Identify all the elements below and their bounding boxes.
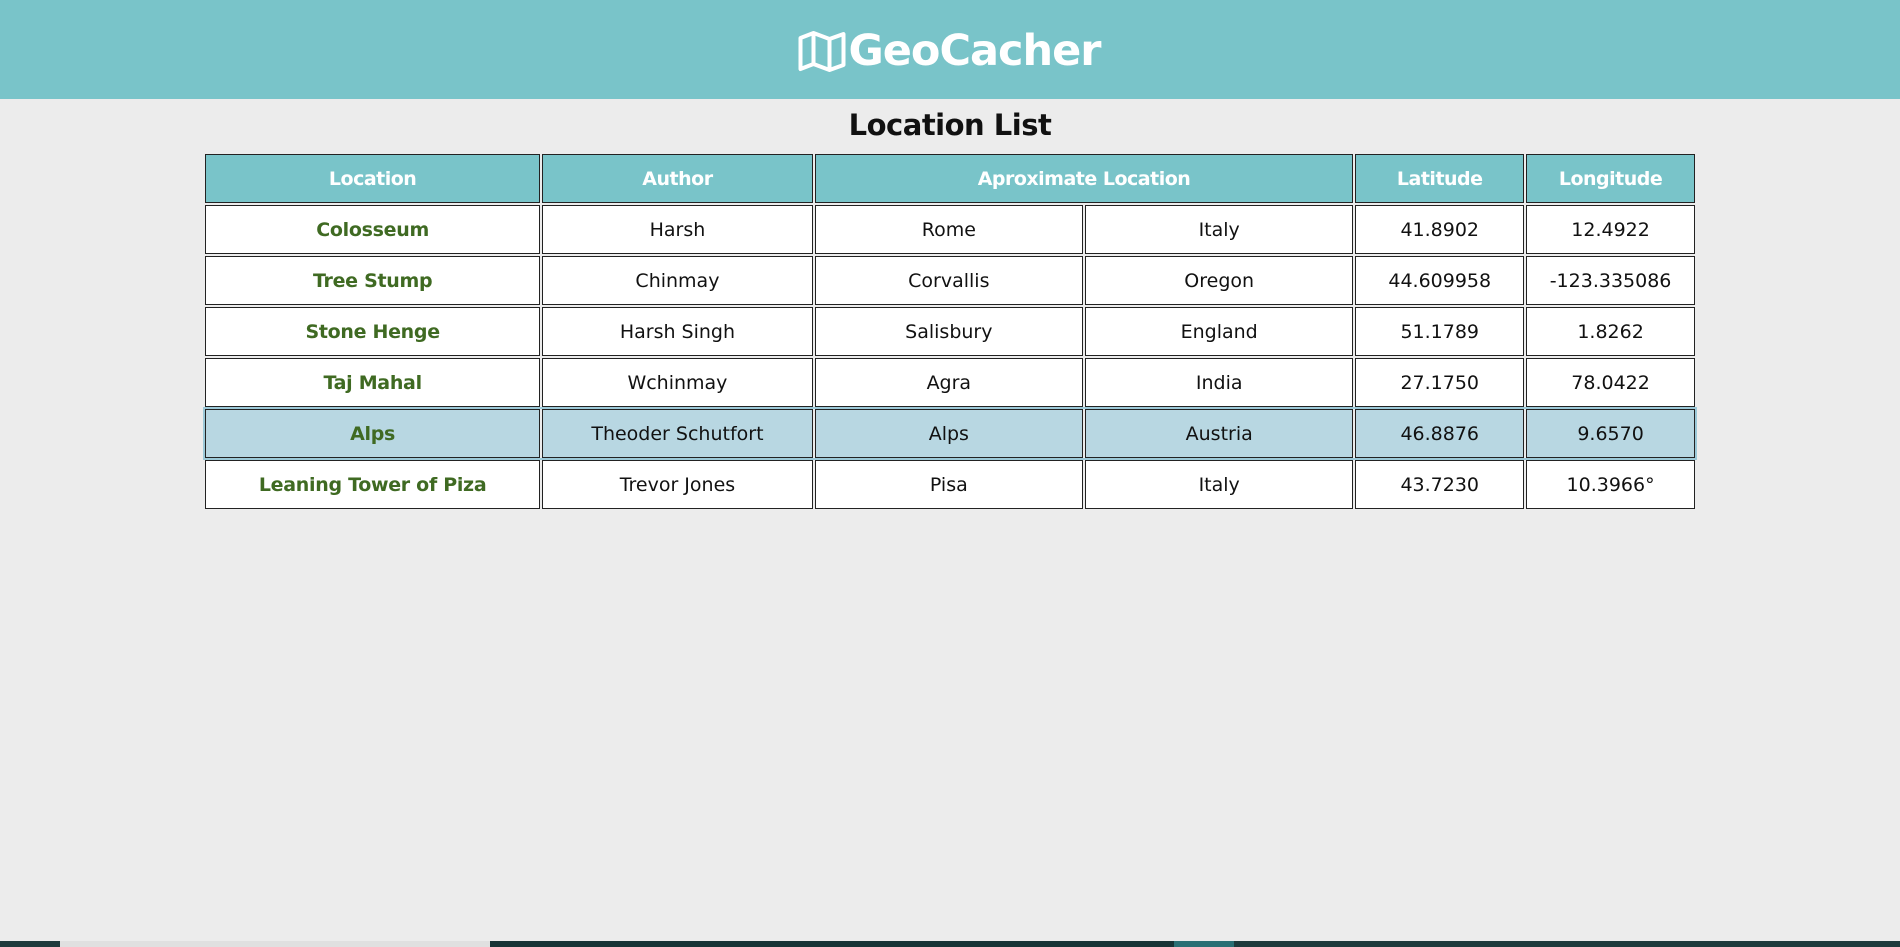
city-cell: Alps <box>814 409 1084 458</box>
region-cell: Italy <box>1085 460 1354 509</box>
longitude-cell: 10.3966° <box>1526 460 1695 509</box>
brand-logo-link[interactable]: GeoCacher <box>797 25 1102 76</box>
table-row[interactable]: Colosseum Harsh Rome Italy 41.8902 12.49… <box>205 205 1695 254</box>
region-cell: England <box>1085 307 1354 356</box>
location-name[interactable]: Alps <box>205 409 541 458</box>
location-name[interactable]: Colosseum <box>205 205 541 254</box>
taskbar-segment <box>490 941 1174 947</box>
city-cell: Corvallis <box>814 256 1084 305</box>
location-name[interactable]: Tree Stump <box>205 256 541 305</box>
longitude-cell: -123.335086 <box>1526 256 1695 305</box>
longitude-cell: 9.6570 <box>1526 409 1695 458</box>
region-cell: India <box>1085 358 1354 407</box>
header-latitude: Latitude <box>1355 154 1525 203</box>
region-cell: Italy <box>1085 205 1354 254</box>
location-table: Location Author Aproximate Location Lati… <box>203 152 1697 511</box>
city-cell: Pisa <box>814 460 1084 509</box>
location-name[interactable]: Leaning Tower of Piza <box>205 460 541 509</box>
longitude-cell: 12.4922 <box>1526 205 1695 254</box>
latitude-cell: 27.1750 <box>1355 358 1525 407</box>
os-taskbar-edge <box>0 941 1900 947</box>
location-name[interactable]: Taj Mahal <box>205 358 541 407</box>
header-longitude: Longitude <box>1526 154 1695 203</box>
author-cell: Wchinmay <box>542 358 813 407</box>
author-cell: Chinmay <box>542 256 813 305</box>
latitude-cell: 44.609958 <box>1355 256 1525 305</box>
top-navbar: GeoCacher <box>0 0 1900 99</box>
city-cell: Agra <box>814 358 1084 407</box>
city-cell: Rome <box>814 205 1084 254</box>
header-author: Author <box>542 154 813 203</box>
taskbar-segment <box>0 941 60 947</box>
region-cell: Oregon <box>1085 256 1354 305</box>
latitude-cell: 51.1789 <box>1355 307 1525 356</box>
table-row[interactable]: Taj Mahal Wchinmay Agra India 27.1750 78… <box>205 358 1695 407</box>
table-row[interactable]: Stone Henge Harsh Singh Salisbury Englan… <box>205 307 1695 356</box>
taskbar-segment <box>1174 941 1234 947</box>
latitude-cell: 46.8876 <box>1355 409 1525 458</box>
table-row[interactable]: Leaning Tower of Piza Trevor Jones Pisa … <box>205 460 1695 509</box>
longitude-cell: 1.8262 <box>1526 307 1695 356</box>
table-header-row: Location Author Aproximate Location Lati… <box>205 154 1695 203</box>
brand-name: GeoCacher <box>848 25 1101 76</box>
latitude-cell: 41.8902 <box>1355 205 1525 254</box>
table-row-hovered[interactable]: Alps Theoder Schutfort Alps Austria 46.8… <box>203 407 1697 460</box>
longitude-cell: 78.0422 <box>1526 358 1695 407</box>
map-icon <box>798 30 846 72</box>
page-title: Location List <box>848 108 1052 142</box>
header-approx-location: Aproximate Location <box>814 154 1354 203</box>
city-cell: Salisbury <box>814 307 1084 356</box>
latitude-cell: 43.7230 <box>1355 460 1525 509</box>
taskbar-segment <box>60 941 490 947</box>
table-row[interactable]: Tree Stump Chinmay Corvallis Oregon 44.6… <box>205 256 1695 305</box>
author-cell: Trevor Jones <box>542 460 813 509</box>
author-cell: Harsh <box>542 205 813 254</box>
location-name[interactable]: Stone Henge <box>205 307 541 356</box>
author-cell: Theoder Schutfort <box>542 409 813 458</box>
header-location: Location <box>205 154 541 203</box>
author-cell: Harsh Singh <box>542 307 813 356</box>
region-cell: Austria <box>1085 409 1354 458</box>
